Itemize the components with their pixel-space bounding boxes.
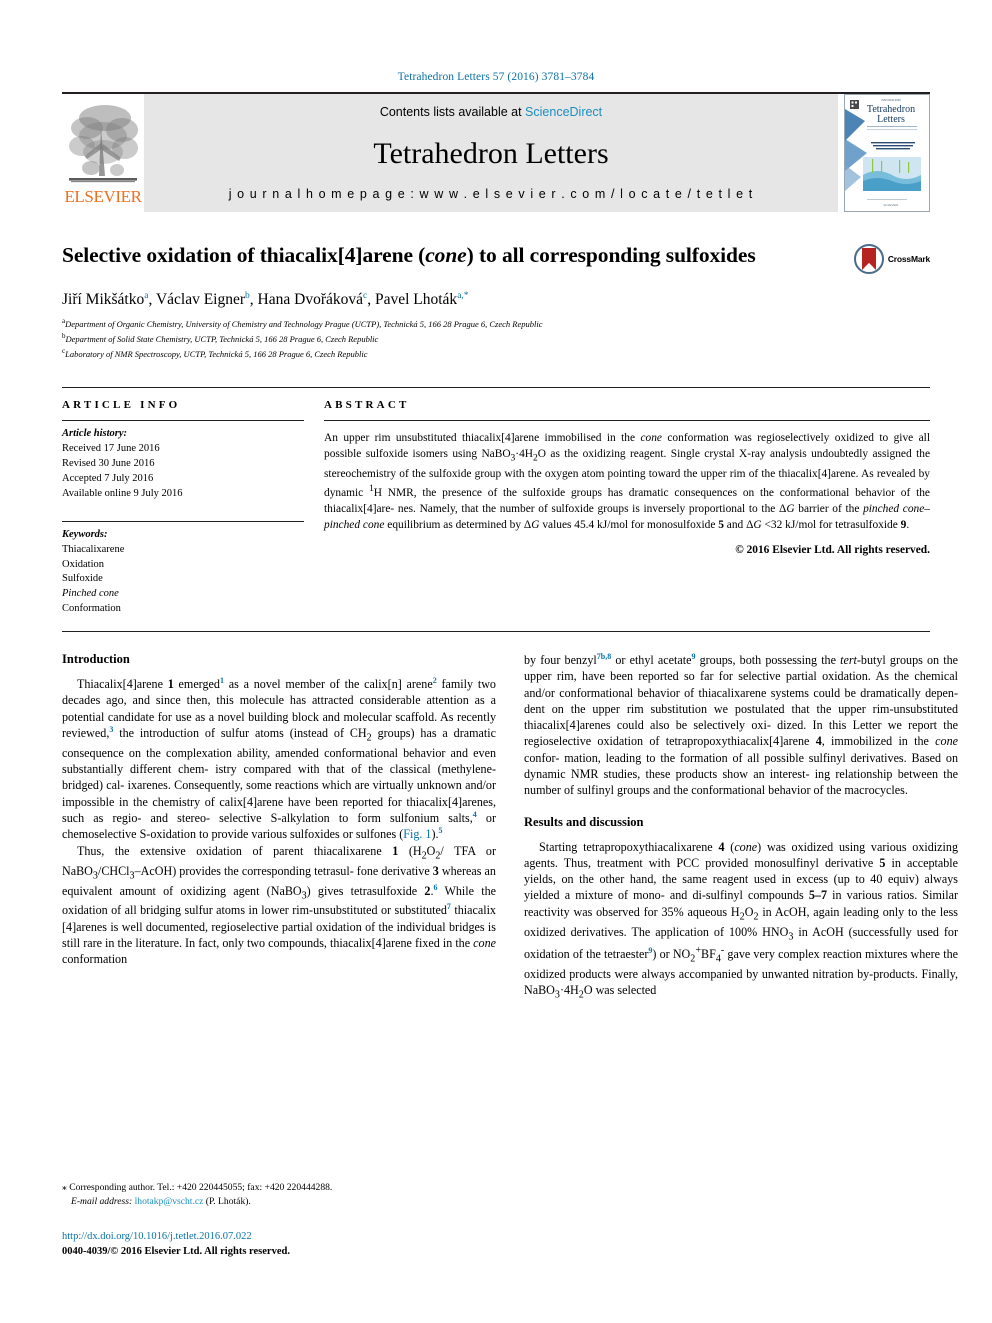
- running-head: Tetrahedron Letters 57 (2016) 3781–3784: [397, 71, 595, 83]
- abstract-copyright: © 2016 Elsevier Ltd. All rights reserved…: [735, 544, 930, 557]
- affiliation-a-text: Department of Organic Chemistry, Univers…: [65, 318, 543, 329]
- author-2-affil-mark[interactable]: b: [245, 291, 250, 301]
- section-heading-introduction: Introduction: [62, 652, 130, 667]
- footnote-corresponding-text: Corresponding author. Tel.: +420 2204450…: [69, 1182, 333, 1193]
- keyword-5: Conformation: [62, 603, 121, 615]
- journal-homepage[interactable]: j o u r n a l h o m e p a g e : w w w . …: [144, 187, 838, 201]
- affiliation-c: cLaboratory of NMR Spectroscopy, UCTP, T…: [62, 346, 930, 361]
- crossmark-badge[interactable]: CrossMark: [853, 242, 930, 274]
- keyword-3: Sulfoxide: [62, 573, 103, 585]
- affiliation-a: aDepartment of Organic Chemistry, Univer…: [62, 316, 930, 331]
- body-column-right: by four benzyl7b,8 or ethyl acetate9 gro…: [524, 652, 958, 1002]
- article-history-block: Article history: Received 17 June 2016 R…: [62, 421, 304, 502]
- issn-copyright: 0040-4039/© 2016 Elsevier Ltd. All right…: [62, 1246, 290, 1258]
- svg-text:ELSEVIER: ELSEVIER: [884, 203, 900, 207]
- footnote-corresponding: ⁎ Corresponding author. Tel.: +420 22044…: [62, 1181, 496, 1195]
- author-1-name: Jiří Mikšátko: [62, 291, 145, 309]
- title-part-1: Selective oxidation of thiacalix[4]arene…: [62, 243, 426, 267]
- cover-art: ISSN 0040-4039 Tetrahedron Letters ELSEV…: [844, 94, 930, 212]
- paper-page: Tetrahedron Letters 57 (2016) 3781–3784: [0, 0, 992, 1323]
- history-revised: Revised 30 June 2016: [62, 457, 155, 469]
- elsevier-wordmark: ELSEVIER: [64, 187, 142, 206]
- author-2-name: Václav Eigner: [155, 291, 246, 309]
- abstract-column: ABSTRACT An upper rim unsubstituted thia…: [324, 399, 930, 617]
- keywords-rule: [62, 520, 304, 522]
- title-italic-cone: cone: [425, 243, 467, 267]
- doi-link[interactable]: http://dx.doi.org/10.1016/j.tetlet.2016.…: [62, 1229, 542, 1244]
- corresponding-author-footnote: ⁎ Corresponding author. Tel.: +420 22044…: [62, 1176, 496, 1209]
- elsevier-tree-icon: [69, 105, 138, 183]
- sciencedirect-link[interactable]: ScienceDirect: [525, 105, 602, 119]
- footnote-star: ⁎: [62, 1182, 67, 1193]
- paragraph-results-1: Starting tetrapropoxythiacalixarene 4 (c…: [524, 839, 958, 1001]
- paragraph-intro-1: Thiacalix[4]arene 1 emerged1 as a novel …: [62, 676, 496, 842]
- masthead-center: Contents lists available at ScienceDirec…: [144, 94, 838, 212]
- affiliation-b: bDepartment of Solid State Chemistry, UC…: [62, 331, 930, 346]
- contents-prefix: Contents lists available at: [379, 105, 526, 119]
- journal-title: Tetrahedron Letters: [373, 137, 609, 170]
- paragraph-right-1: by four benzyl7b,8 or ethyl acetate9 gro…: [524, 652, 959, 798]
- author-3-name: Hana Dvořáková: [257, 291, 363, 309]
- keywords-block: Keywords: Thiacalixarene Oxidation Sulfo…: [62, 515, 304, 617]
- history-accepted: Accepted 7 July 2016: [62, 472, 154, 484]
- elsevier-logo: ELSEVIER: [62, 94, 144, 212]
- abstract-heading: ABSTRACT: [324, 399, 410, 412]
- history-received: Received 17 June 2016: [62, 443, 160, 455]
- page-title: Selective oxidation of thiacalix[4]arene…: [62, 242, 842, 269]
- doi-block: http://dx.doi.org/10.1016/j.tetlet.2016.…: [62, 1229, 542, 1259]
- title-text: Selective oxidation of thiacalix[4]arene…: [62, 242, 854, 269]
- author-3: Hana Dvořákovác: [258, 291, 368, 308]
- affiliations: aDepartment of Organic Chemistry, Univer…: [62, 316, 930, 361]
- info-abstract-section: ARTICLE INFO Article history: Received 1…: [62, 387, 930, 617]
- author-4-name: Pavel Lhoták: [374, 291, 458, 309]
- author-3-affil-mark[interactable]: c: [363, 291, 367, 301]
- paragraph-intro-2: Thus, the extensive oxidation of parent …: [62, 843, 497, 967]
- author-4: Pavel Lhotáka,*: [375, 291, 469, 308]
- author-1-affil-mark[interactable]: a: [144, 291, 148, 301]
- cover-illustration: ISSN 0040-4039 Tetrahedron Letters ELSEV…: [845, 95, 929, 211]
- author-4-affil-mark[interactable]: a,*: [457, 291, 468, 301]
- contents-list-line: Contents lists available at ScienceDirec…: [144, 105, 838, 119]
- crossmark-label: CrossMark: [887, 254, 930, 264]
- affiliation-b-text: Department of Solid State Chemistry, UCT…: [65, 333, 379, 344]
- svg-text:Letters: Letters: [877, 114, 905, 125]
- keyword-4: Pinched cone: [62, 588, 119, 600]
- crossmark-icon: [853, 244, 884, 274]
- keywords-label: Keywords:: [62, 528, 108, 540]
- footnote-email-link[interactable]: lhotakp@vscht.cz: [135, 1196, 204, 1207]
- author-2: Václav Eignerb: [156, 291, 250, 308]
- author-list: Jiří Mikšátkoa, Václav Eignerb, Hana Dvo…: [62, 291, 469, 309]
- section-heading-results: Results and discussion: [524, 814, 644, 829]
- footnote-email-suffix: (P. Lhoták).: [205, 1195, 251, 1207]
- article-history-label: Article history:: [62, 428, 128, 440]
- author-1: Jiří Mikšátkoa: [62, 291, 148, 308]
- history-online: Available online 9 July 2016: [62, 487, 183, 499]
- article-info-column: ARTICLE INFO Article history: Received 1…: [62, 399, 324, 617]
- title-part-2: ) to all corresponding sulfoxides: [466, 243, 756, 267]
- journal-masthead: ELSEVIER Contents lists available at Sci…: [62, 92, 930, 212]
- footnote-email-label: E-mail address:: [71, 1195, 133, 1207]
- keyword-2: Oxidation: [62, 558, 104, 570]
- svg-text:ISSN 0040-4039: ISSN 0040-4039: [881, 98, 901, 102]
- affiliation-c-text: Laboratory of NMR Spectroscopy, UCTP, Te…: [65, 348, 368, 359]
- footnote-email-line: E-mail address: lhotakp@vscht.cz (P. Lho…: [62, 1195, 496, 1209]
- title-zone: Selective oxidation of thiacalix[4]arene…: [62, 242, 930, 274]
- body-columns: Introduction Thiacalix[4]arene 1 emerged…: [62, 631, 958, 1002]
- body-column-left: Introduction Thiacalix[4]arene 1 emerged…: [62, 652, 496, 1002]
- journal-cover-thumbnail[interactable]: ISSN 0040-4039 Tetrahedron Letters ELSEV…: [838, 94, 930, 212]
- keyword-1: Thiacalixarene: [62, 543, 125, 555]
- abstract-text: An upper rim unsubstituted thiacalix[4]a…: [324, 432, 931, 531]
- article-info-heading: ARTICLE INFO: [62, 399, 181, 412]
